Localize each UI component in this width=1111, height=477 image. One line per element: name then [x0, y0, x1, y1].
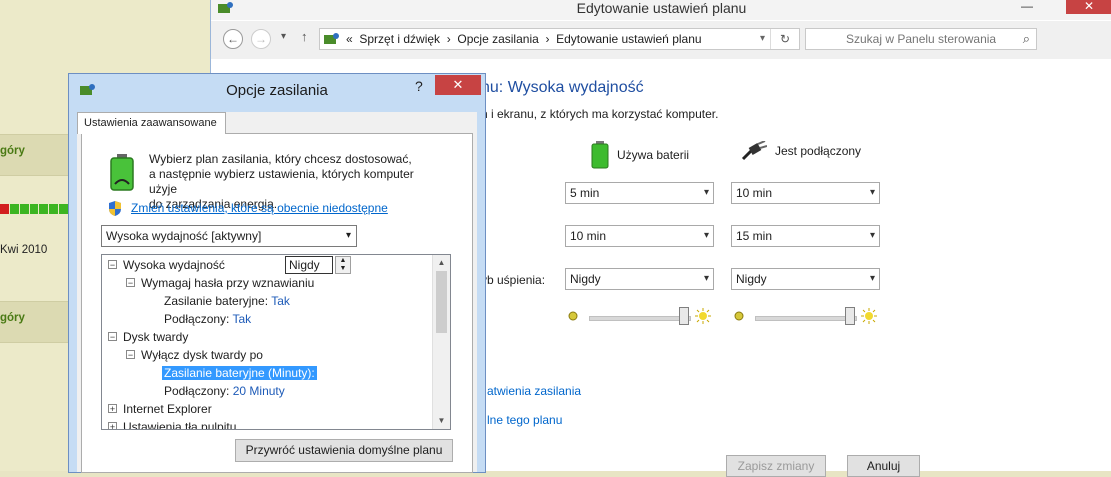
window-title: Edytowanie ustawień planu — [576, 0, 747, 16]
tree-item-plugged-password[interactable]: Podłączony: Tak — [164, 310, 251, 328]
help-button[interactable]: ? — [415, 78, 423, 94]
breadcrumb-edit-plan[interactable]: Edytowanie ustawień planu — [556, 32, 701, 46]
display-off-plugged-select[interactable]: 10 min ▾ — [731, 182, 880, 204]
bright-brightness-icon — [861, 308, 877, 324]
breadcrumb-overflow[interactable]: « — [346, 32, 353, 46]
collapse-icon: − — [108, 260, 117, 270]
power-options-dialog: Opcje zasilania ? ✕ Ustawienia zaawansow… — [68, 73, 486, 473]
bright-brightness-icon — [695, 308, 711, 324]
cancel-button[interactable]: Anuluj — [847, 455, 920, 477]
dim-brightness-icon — [734, 311, 744, 321]
search-box[interactable]: ⌕ — [805, 28, 1037, 50]
dim-plugged-select[interactable]: 15 min ▾ — [731, 225, 880, 247]
back-button[interactable]: ← — [223, 29, 243, 49]
tree-item-require-password[interactable]: − Wymagaj hasła przy wznawianiu — [126, 274, 314, 292]
collapse-icon: − — [108, 332, 117, 342]
battery-column-label: Używa baterii — [617, 148, 690, 162]
scroll-thumb[interactable] — [436, 271, 447, 333]
expand-icon: + — [108, 404, 117, 414]
restore-plan-defaults-button[interactable]: Przywróć ustawienia domyślne planu — [235, 439, 453, 462]
tree-item-plugged-disk[interactable]: Podłączony: 20 Minuty — [164, 382, 285, 400]
power-plan-select[interactable]: Wysoka wydajność [aktywny] ▾ — [101, 225, 357, 247]
minutes-spin-input[interactable]: Nigdy — [285, 256, 333, 274]
restore-defaults-link[interactable]: lne tego planu — [487, 413, 562, 427]
slider-thumb[interactable] — [679, 307, 689, 325]
tree-item-high-performance[interactable]: − Wysoka wydajność — [108, 256, 225, 274]
dim-battery-select[interactable]: 10 min ▾ — [565, 225, 714, 247]
slider-thumb[interactable] — [845, 307, 855, 325]
minutes-spinner[interactable]: ▲ ▼ — [335, 256, 351, 274]
tree-item-battery-password[interactable]: Zasilanie bateryjne: Tak — [164, 292, 290, 310]
plugged-column-header: Jest podłączony — [741, 141, 861, 161]
collapse-icon: − — [126, 350, 135, 360]
tree-item-hard-disk[interactable]: − Dysk twardy — [108, 328, 188, 346]
search-input[interactable] — [846, 32, 996, 46]
brightness-battery-slider[interactable] — [567, 307, 717, 327]
background-label: góry — [0, 312, 25, 324]
breadcrumb-separator[interactable]: › — [545, 32, 549, 46]
forward-button[interactable]: → — [251, 29, 271, 49]
advanced-power-settings-link[interactable]: atwienia zasilania — [487, 384, 581, 398]
plugged-column-label: Jest podłączony — [775, 144, 862, 158]
expand-icon: + — [108, 422, 117, 430]
uac-shield-icon — [109, 201, 121, 216]
save-changes-button[interactable]: Zapisz zmiany — [726, 455, 826, 477]
dim-brightness-icon — [568, 311, 578, 321]
battery-plan-icon — [110, 154, 134, 191]
plug-icon — [741, 141, 767, 161]
brightness-plugged-slider[interactable] — [733, 307, 883, 327]
battery-column-header: Używa baterii — [591, 141, 689, 169]
recent-pages-dropdown[interactable]: ▾ — [281, 31, 286, 42]
background-label: góry — [0, 145, 25, 157]
search-icon[interactable]: ⌕ — [1023, 29, 1030, 49]
breadcrumb: « Sprzęt i dźwięk › Opcje zasilania › Ed… — [346, 29, 702, 49]
breadcrumb-hardware-sound[interactable]: Sprzęt i dźwięk — [359, 32, 440, 46]
up-button[interactable]: ↑ — [301, 29, 308, 44]
dialog-close-button[interactable]: ✕ — [435, 75, 481, 95]
breadcrumb-power-options[interactable]: Opcje zasilania — [457, 32, 538, 46]
address-dropdown-icon[interactable]: ▾ — [760, 29, 765, 49]
plan-description: n i ekranu, z których ma korzystać kompu… — [481, 107, 719, 121]
navigation-bar: ← → ▾ ↑ « Sprzęt i dźwięk › Opcje zasila… — [211, 21, 1111, 59]
plan-heading: nu: Wysoka wydajność — [481, 79, 644, 96]
address-bar[interactable]: « Sprzęt i dźwięk › Opcje zasilania › Ed… — [319, 28, 800, 50]
tree-item-battery-disk[interactable]: Zasilanie bateryjne (Minuty): — [162, 364, 317, 382]
breadcrumb-separator[interactable]: › — [447, 32, 451, 46]
background-date: Kwi 2010 — [0, 244, 48, 256]
sleep-plugged-select[interactable]: Nigdy ▾ — [731, 268, 880, 290]
refresh-icon[interactable]: ↻ — [770, 29, 799, 49]
tree-item-turn-off-disk[interactable]: − Wyłącz dysk twardy po — [126, 346, 263, 364]
sleep-battery-select[interactable]: Nigdy ▾ — [565, 268, 714, 290]
collapse-icon: − — [126, 278, 135, 288]
tab-advanced-settings[interactable]: Ustawienia zaawansowane — [77, 112, 226, 134]
scroll-up-icon[interactable]: ▲ — [433, 255, 450, 271]
close-button[interactable]: ✕ — [1066, 0, 1111, 14]
battery-icon — [591, 141, 609, 169]
settings-tree[interactable]: − Wysoka wydajność − Wymagaj hasła przy wz… — [101, 254, 451, 430]
tree-item-internet-explorer[interactable]: + Internet Explorer — [108, 400, 212, 418]
tree-scrollbar[interactable]: ▲ ▼ — [432, 255, 450, 429]
minimize-button[interactable]: — — [1012, 0, 1042, 14]
tree-item-desktop-background[interactable]: + Ustawienia tła pulpitu — [108, 418, 236, 430]
display-off-battery-select[interactable]: 5 min ▾ — [565, 182, 714, 204]
scroll-down-icon[interactable]: ▼ — [433, 413, 450, 429]
background-rating-bar — [0, 204, 69, 214]
sleep-row-label: yb uśpienia: — [481, 273, 546, 287]
title-bar: Edytowanie ustawień planu — ✕ — [211, 0, 1111, 20]
change-unavailable-settings-link[interactable]: Zmień ustawienia, które są obecnie niedo… — [131, 201, 388, 215]
control-panel-icon — [324, 33, 339, 44]
